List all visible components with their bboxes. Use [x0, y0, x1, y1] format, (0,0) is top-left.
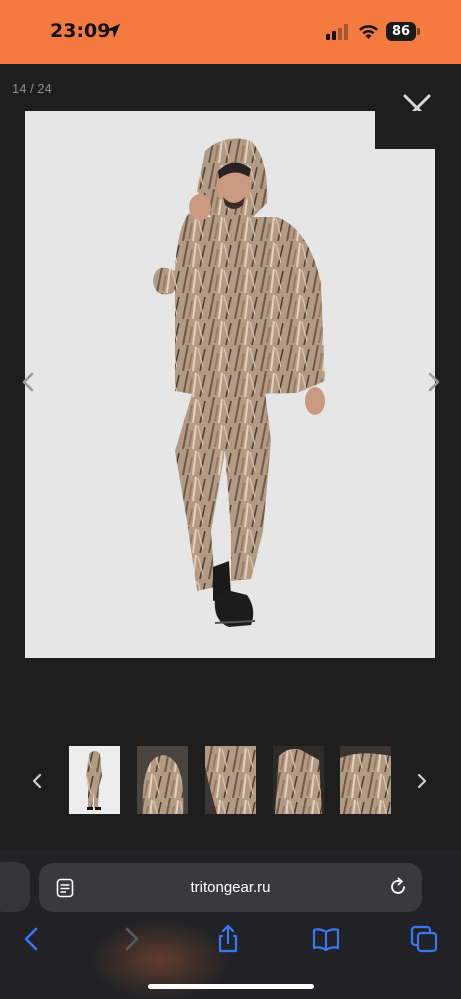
reload-icon[interactable] [388, 877, 408, 897]
thumbnail-5[interactable] [340, 746, 391, 814]
status-bar: 23:09 86 [0, 0, 461, 64]
forward-icon[interactable] [116, 924, 146, 954]
thumbnail-1[interactable] [69, 746, 120, 814]
thumbnail-4[interactable] [273, 746, 324, 814]
url-text: tritongear.ru [190, 879, 271, 896]
main-product-image[interactable] [25, 111, 435, 658]
bookmarks-icon[interactable] [311, 924, 341, 954]
thumbnail-jacket-front-image [340, 746, 391, 814]
wifi-icon [359, 25, 378, 39]
thumbnail-next-chevron-icon[interactable] [416, 772, 428, 790]
thumbnail-jacket-closeup-image [273, 746, 324, 814]
battery-level: 86 [386, 22, 416, 41]
thumbnail-strip [0, 744, 461, 816]
thumbnail-prev-chevron-icon[interactable] [31, 772, 43, 790]
address-bar[interactable]: tritongear.ru [39, 863, 422, 912]
home-indicator[interactable] [148, 984, 314, 989]
thumbnail-hood-image [137, 746, 188, 814]
location-arrow-icon [106, 24, 120, 38]
thumbnail-3[interactable] [205, 746, 256, 814]
tabs-icon[interactable] [409, 924, 439, 954]
previous-tab-preview[interactable] [0, 862, 30, 912]
previous-image-chevron-icon[interactable] [20, 370, 36, 394]
image-counter: 14 / 24 [12, 81, 52, 96]
battery-indicator: 86 [386, 22, 420, 41]
back-icon[interactable] [17, 924, 47, 954]
thumbnail-full-body-image [69, 746, 120, 814]
status-time: 23:09 [50, 20, 111, 42]
image-gallery: 14 / 24 [0, 64, 461, 850]
signal-icon [326, 24, 348, 40]
next-image-chevron-icon[interactable] [426, 370, 442, 394]
browser-toolbar: tritongear.ru [0, 850, 461, 999]
thumbnail-2[interactable] [137, 746, 188, 814]
thumbnail-sleeve-image [205, 746, 256, 814]
camouflage-suit-photo [153, 138, 325, 627]
share-icon[interactable] [213, 924, 243, 954]
